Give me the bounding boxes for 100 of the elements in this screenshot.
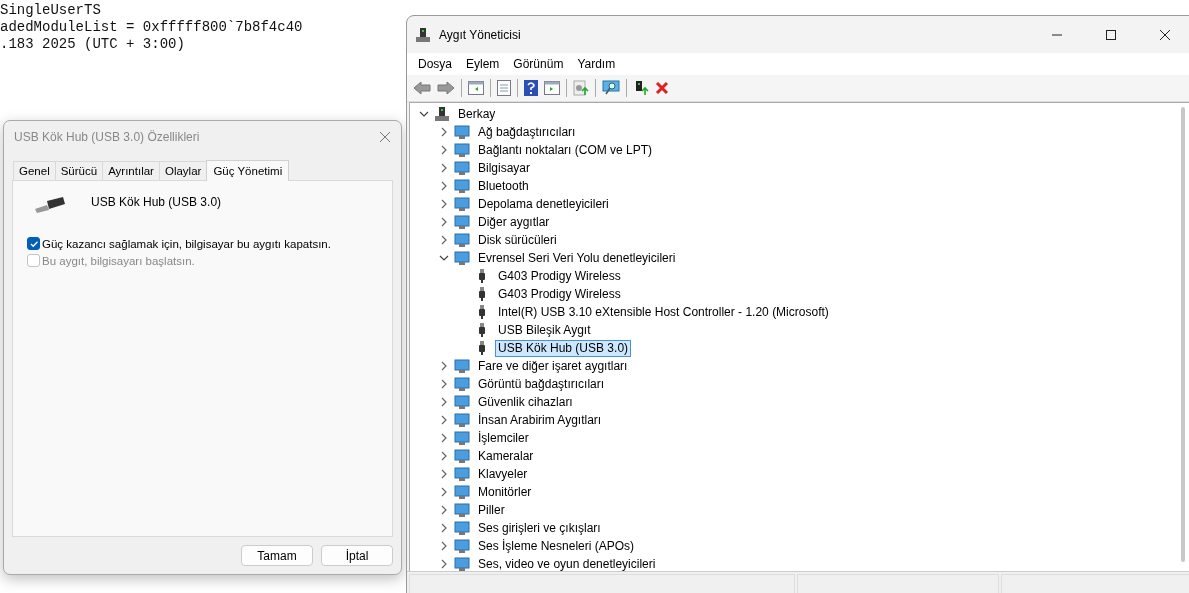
- tree-item[interactable]: Görüntü bağdaştırıcıları: [475, 375, 608, 393]
- chevron-right-icon[interactable]: [439, 127, 449, 137]
- tab[interactable]: Ayrıntılar: [102, 161, 160, 180]
- tree-item[interactable]: G403 Prodigy Wireless: [495, 285, 624, 303]
- tree-item[interactable]: Diğer aygıtlar: [475, 213, 553, 231]
- chevron-right-icon[interactable]: [439, 397, 449, 407]
- tab[interactable]: Genel: [13, 161, 56, 180]
- delete-x-icon[interactable]: [655, 81, 669, 95]
- window-title: USB Kök Hub (USB 3.0) Özellikleri: [14, 130, 200, 144]
- chevron-right-icon[interactable]: [439, 541, 449, 551]
- device-icon: [454, 538, 470, 554]
- tree-item[interactable]: Depolama denetleyicileri: [475, 195, 612, 213]
- tree-item[interactable]: G403 Prodigy Wireless: [495, 267, 624, 285]
- tree-item[interactable]: Ses İşleme Nesneleri (APOs): [475, 537, 638, 555]
- scrollbar[interactable]: [1181, 107, 1185, 562]
- dialog-button[interactable]: Tamam: [241, 545, 313, 566]
- device-icon: [454, 124, 470, 140]
- chevron-right-icon[interactable]: [439, 217, 449, 227]
- menu-item[interactable]: Eylem: [459, 57, 507, 71]
- device-icon: [454, 502, 470, 518]
- chevron-right-icon[interactable]: [439, 559, 449, 569]
- tree-item[interactable]: Kameralar: [475, 447, 537, 465]
- device-icon: [454, 178, 470, 194]
- tree-item[interactable]: Klavyeler: [475, 465, 531, 483]
- usb-cable-icon: [33, 195, 67, 215]
- tree-item[interactable]: Monitörler: [475, 483, 535, 501]
- tab[interactable]: Güç Yönetimi: [206, 160, 290, 181]
- panel-icon[interactable]: [468, 81, 484, 95]
- tree-item[interactable]: Berkay: [455, 105, 499, 123]
- device-icon: [454, 466, 470, 482]
- device-icon: [454, 214, 470, 230]
- device-icon: [454, 412, 470, 428]
- device-icon: [454, 142, 470, 158]
- device-icon: [454, 376, 470, 392]
- checkbox-label: Bu aygıt, bilgisayarı başlatsın.: [42, 254, 195, 267]
- panel-icon[interactable]: [544, 81, 560, 95]
- tree-item[interactable]: Intel(R) USB 3.10 eXtensible Host Controller - 1.20 (Microsoft): [495, 303, 832, 321]
- code-line: adedModuleList = 0xfffff800`7b8f4c40: [0, 19, 303, 36]
- window-title: Aygıt Yöneticisi: [439, 27, 521, 42]
- device-up-arrow-icon[interactable]: [633, 80, 649, 96]
- monitor-search-icon[interactable]: [602, 80, 620, 96]
- tree-item[interactable]: Fare ve diğer işaret aygıtları: [475, 357, 631, 375]
- computer-icon: [415, 26, 431, 43]
- chevron-right-icon[interactable]: [439, 235, 449, 245]
- tab[interactable]: Olaylar: [158, 161, 208, 180]
- chevron-right-icon[interactable]: [439, 379, 449, 389]
- device-name: USB Kök Hub (USB 3.0): [91, 195, 222, 209]
- menu-item[interactable]: Dosya: [411, 57, 459, 71]
- computer-icon: [434, 106, 450, 122]
- chevron-right-icon[interactable]: [439, 181, 449, 191]
- tree-item[interactable]: Bilgisayar: [475, 159, 534, 177]
- tree-item[interactable]: Bluetooth: [475, 177, 532, 195]
- tree-item[interactable]: İşlemciler: [475, 429, 532, 447]
- chevron-right-icon[interactable]: [439, 145, 449, 155]
- device-icon: [454, 232, 470, 248]
- dialog-button[interactable]: İptal: [321, 545, 393, 566]
- device-icon: [454, 160, 470, 176]
- tree-item[interactable]: Evrensel Seri Veri Yolu denetleyicileri: [475, 249, 679, 267]
- tree-item[interactable]: İnsan Arabirim Aygıtları: [475, 411, 605, 429]
- help-icon[interactable]: [524, 80, 538, 96]
- device-icon: [454, 448, 470, 464]
- chevron-down-icon[interactable]: [439, 253, 449, 263]
- chevron-right-icon[interactable]: [439, 469, 449, 479]
- chevron-right-icon[interactable]: [439, 523, 449, 533]
- maximize-icon[interactable]: [1106, 29, 1116, 40]
- chevron-right-icon[interactable]: [439, 415, 449, 425]
- code-line: .183 2025 (UTC + 3:00): [0, 36, 185, 53]
- chevron-right-icon[interactable]: [439, 433, 449, 443]
- tree-item[interactable]: Ses girişleri ve çıkışları: [475, 519, 604, 537]
- forward-arrow-icon[interactable]: [437, 81, 455, 95]
- menu-item[interactable]: Görünüm: [506, 57, 571, 71]
- tree-item[interactable]: Ses, video ve oyun denetleyicileri: [475, 555, 659, 573]
- device-icon: [454, 250, 470, 266]
- tree-item[interactable]: Ağ bağdaştırıcıları: [475, 123, 579, 141]
- chevron-right-icon[interactable]: [439, 505, 449, 515]
- chevron-right-icon[interactable]: [439, 451, 449, 461]
- tree-item[interactable]: USB Bileşik Aygıt: [495, 321, 594, 339]
- close-icon[interactable]: [1160, 29, 1170, 40]
- device-icon: [454, 484, 470, 500]
- tree-item[interactable]: Güvenlik cihazları: [475, 393, 576, 411]
- checkbox[interactable]: [27, 237, 40, 250]
- device-icon: [454, 520, 470, 536]
- menu-item[interactable]: Yardım: [570, 57, 623, 71]
- tree-item[interactable]: Piller: [475, 501, 508, 519]
- chevron-right-icon[interactable]: [439, 199, 449, 209]
- device-icon: [454, 196, 470, 212]
- device-icon: [454, 430, 470, 446]
- chevron-right-icon[interactable]: [439, 361, 449, 371]
- device-icon: [454, 358, 470, 374]
- tree-item[interactable]: Disk sürücüleri: [475, 231, 560, 249]
- tree-item[interactable]: USB Kök Hub (USB 3.0): [495, 339, 632, 357]
- chevron-right-icon[interactable]: [439, 487, 449, 497]
- chevron-down-icon[interactable]: [419, 109, 429, 119]
- tree-item[interactable]: Bağlantı noktaları (COM ve LPT): [475, 141, 656, 159]
- code-line: SingleUserTS: [0, 2, 101, 19]
- device-icon: [454, 394, 470, 410]
- chevron-right-icon[interactable]: [439, 163, 449, 173]
- document-icon[interactable]: [497, 80, 511, 96]
- back-arrow-icon[interactable]: [413, 81, 431, 95]
- checkbox-label: Güç kazancı sağlamak için, bilgisayar bu aygıtı kapatsın.: [42, 237, 331, 250]
